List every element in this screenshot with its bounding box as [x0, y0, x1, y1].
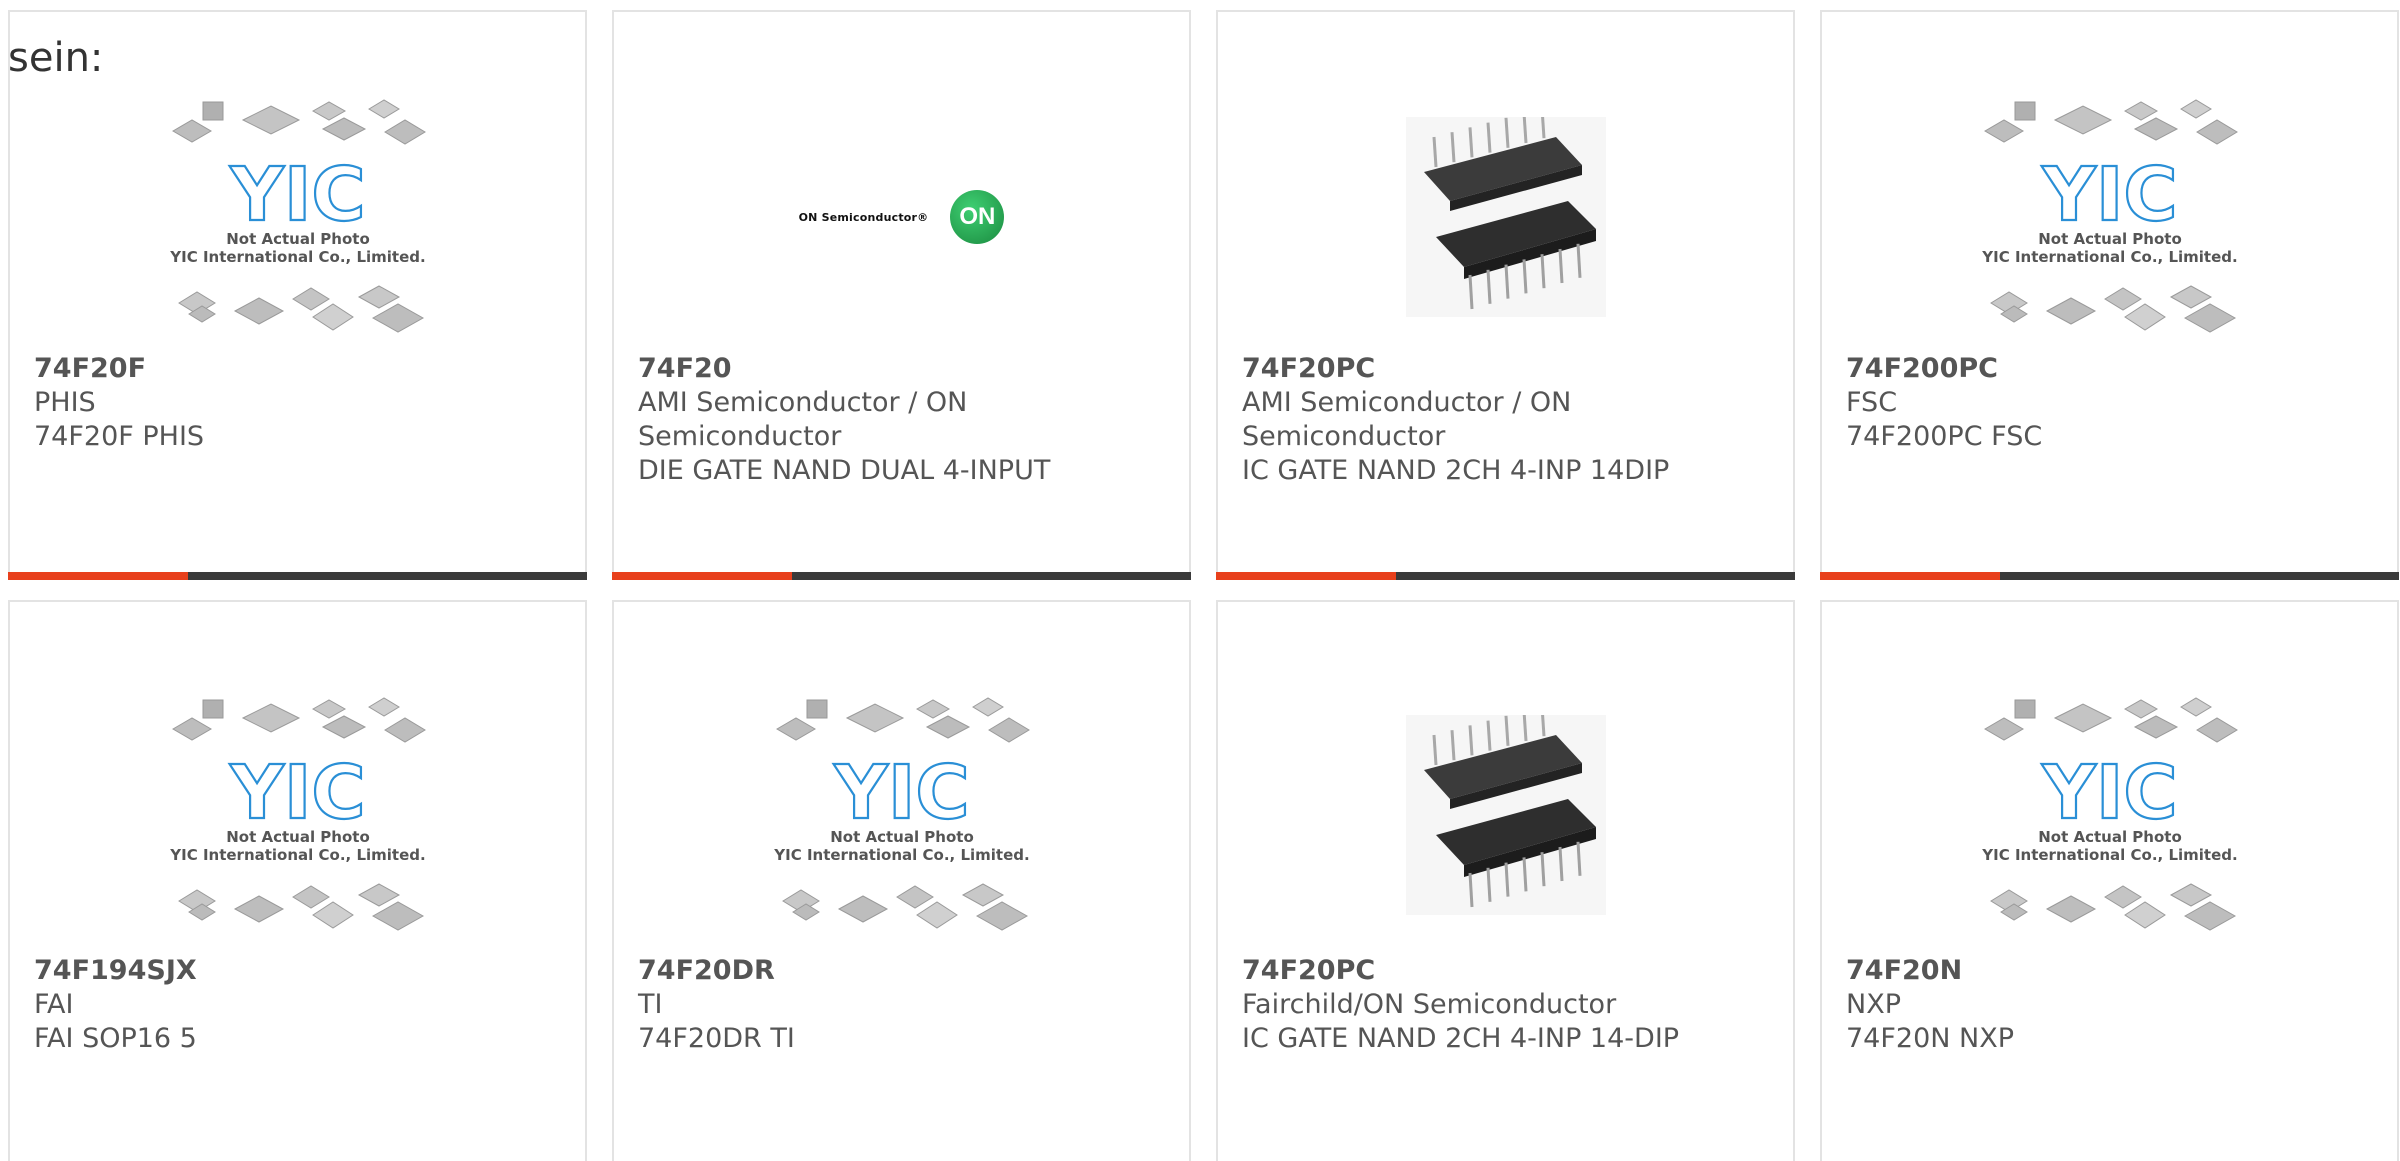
dip-chip-photo [1405, 715, 1606, 915]
card-accent-bar [1216, 572, 1396, 580]
product-image[interactable]: YIC Not Actual Photo YIC International Co.… [1822, 82, 2397, 352]
manufacturer-text: AMI Semiconductor / ON [1242, 387, 1572, 418]
svg-text:Not Actual Photo: Not Actual Photo [226, 230, 370, 248]
yic-placeholder-image: YICNot Actual PhotoYIC International Co.… [169, 99, 426, 333]
product-info: 74F194SJX FAI FAI SOP16 5 [34, 954, 561, 1056]
svg-text:YIC: YIC [2041, 750, 2177, 836]
product-info: 74F20 AMI Semiconductor / ON Semiconductor… [638, 352, 1165, 488]
product-info: 74F20F PHIS 74F20F PHIS [34, 352, 561, 454]
product-description: IC GATE NAND 2CH 4-INP 14-DIP [1242, 1023, 1680, 1054]
product-info: 74F20DR TI 74F20DR TI [638, 954, 1165, 1056]
product-info: 74F20PC AMI Semiconductor / ON Semiconduct… [1242, 352, 1769, 488]
product-card[interactable]: YIC Not Actual Photo YIC International Co.… [1820, 600, 2399, 1161]
on-semiconductor-logo: ON Semiconductor® ON [799, 190, 1005, 244]
product-card[interactable]: YIC Not Actual Photo YIC International Co.… [1820, 10, 2399, 580]
svg-text:YIC International Co., Limited: YIC International Co., Limited. [773, 846, 1029, 864]
svg-text:YIC International Co., Limited: YIC International Co., Limited. [1981, 248, 2237, 266]
manufacturer-text: FAI [34, 989, 74, 1020]
yic-placeholder-image: YICNot Actual PhotoYIC International Co.… [169, 697, 426, 931]
manufacturer-text: Semiconductor [1242, 421, 1446, 452]
yic-placeholder-image: YICNot Actual PhotoYIC International Co.… [1981, 99, 2238, 333]
svg-text:YIC: YIC [229, 152, 365, 238]
product-grid: YIC Not Actual Photo YIC International Co.… [8, 10, 2399, 1161]
manufacturer-text: TI [638, 989, 663, 1020]
manufacturer-text: NXP [1846, 989, 1901, 1020]
product-card[interactable]: ON Semiconductor® ON 74F20 AMI Semiconducto… [612, 10, 1191, 580]
card-accent-bar [8, 572, 188, 580]
yic-placeholder-image: YICNot Actual PhotoYIC International Co.… [1981, 697, 2238, 931]
product-info: 74F20N NXP 74F20N NXP [1846, 954, 2373, 1056]
product-image[interactable]: ON Semiconductor® ON [614, 82, 1189, 352]
part-number-link[interactable]: 74F194SJX [34, 954, 561, 988]
svg-text:YIC International Co., Limited: YIC International Co., Limited. [169, 248, 425, 266]
manufacturer-text: Semiconductor [638, 421, 842, 452]
manufacturer-text: PHIS [34, 387, 96, 418]
product-image[interactable]: YIC Not Actual Photo YIC International Co.… [1822, 680, 2397, 950]
svg-text:YIC: YIC [229, 750, 365, 836]
product-grid-page: sein: YIC Not Actual Photo YIC Internation… [0, 0, 2400, 1161]
product-card[interactable]: YIC Not Actual Photo YIC International Co.… [612, 600, 1191, 1161]
svg-text:YIC: YIC [2041, 152, 2177, 238]
product-card[interactable]: YIC Not Actual Photo YIC International Co.… [8, 10, 587, 580]
svg-text:Not Actual Photo: Not Actual Photo [226, 828, 370, 846]
part-number-link[interactable]: 74F20PC [1242, 954, 1769, 988]
product-description: 74F20F PHIS [34, 421, 205, 452]
product-description: FAI SOP16 5 [34, 1023, 197, 1054]
on-circle-mark: ON [950, 190, 1005, 244]
card-accent-bar [612, 572, 792, 580]
product-description: IC GATE NAND 2CH 4-INP 14DIP [1242, 455, 1670, 486]
manufacturer-text: AMI Semiconductor / ON [638, 387, 968, 418]
card-accent-bar [1820, 572, 2000, 580]
svg-text:YIC: YIC [833, 750, 969, 836]
manufacturer-text: FSC [1846, 387, 1898, 418]
lead-text: sein: [8, 35, 104, 81]
svg-text:Not Actual Photo: Not Actual Photo [2038, 230, 2182, 248]
product-info: 74F200PC FSC 74F200PC FSC [1846, 352, 2373, 454]
product-image[interactable] [1218, 680, 1793, 950]
part-number-link[interactable]: 74F20N [1846, 954, 2373, 988]
yic-placeholder-image: YICNot Actual PhotoYIC International Co.… [773, 697, 1030, 931]
svg-text:Not Actual Photo: Not Actual Photo [2038, 828, 2182, 846]
product-image[interactable]: YIC Not Actual Photo YIC International Co.… [10, 82, 585, 352]
on-semiconductor-wordmark: ON Semiconductor® [798, 210, 929, 224]
part-number-link[interactable]: 74F20DR [638, 954, 1165, 988]
product-info: 74F20PC Fairchild/ON Semiconductor IC GATE… [1242, 954, 1769, 1056]
product-description: 74F200PC FSC [1846, 421, 2043, 452]
card-bottom-bar [612, 572, 1191, 580]
product-card[interactable]: 74F20PC AMI Semiconductor / ON Semiconduct… [1216, 10, 1795, 580]
svg-text:YIC International Co., Limited: YIC International Co., Limited. [169, 846, 425, 864]
svg-text:YIC International Co., Limited: YIC International Co., Limited. [1981, 846, 2237, 864]
part-number-link[interactable]: 74F200PC [1846, 352, 2373, 386]
part-number-link[interactable]: 74F20 [638, 352, 1165, 386]
product-card[interactable]: 74F20PC Fairchild/ON Semiconductor IC GATE… [1216, 600, 1795, 1161]
dip-chip-photo [1405, 117, 1606, 317]
product-description: 74F20N NXP [1846, 1023, 2014, 1054]
product-image[interactable]: YIC Not Actual Photo YIC International Co.… [10, 680, 585, 950]
manufacturer-text: Fairchild/ON Semiconductor [1242, 989, 1617, 1020]
part-number-link[interactable]: 74F20PC [1242, 352, 1769, 386]
part-number-link[interactable]: 74F20F [34, 352, 561, 386]
svg-text:Not Actual Photo: Not Actual Photo [830, 828, 974, 846]
card-bottom-bar [1216, 572, 1795, 580]
product-card[interactable]: YIC Not Actual Photo YIC International Co.… [8, 600, 587, 1161]
card-bottom-bar [1820, 572, 2399, 580]
product-description: 74F20DR TI [638, 1023, 795, 1054]
product-image[interactable]: YIC Not Actual Photo YIC International Co.… [614, 680, 1189, 950]
card-bottom-bar [8, 572, 587, 580]
product-description: DIE GATE NAND DUAL 4-INPUT [638, 455, 1051, 486]
product-image[interactable] [1218, 82, 1793, 352]
